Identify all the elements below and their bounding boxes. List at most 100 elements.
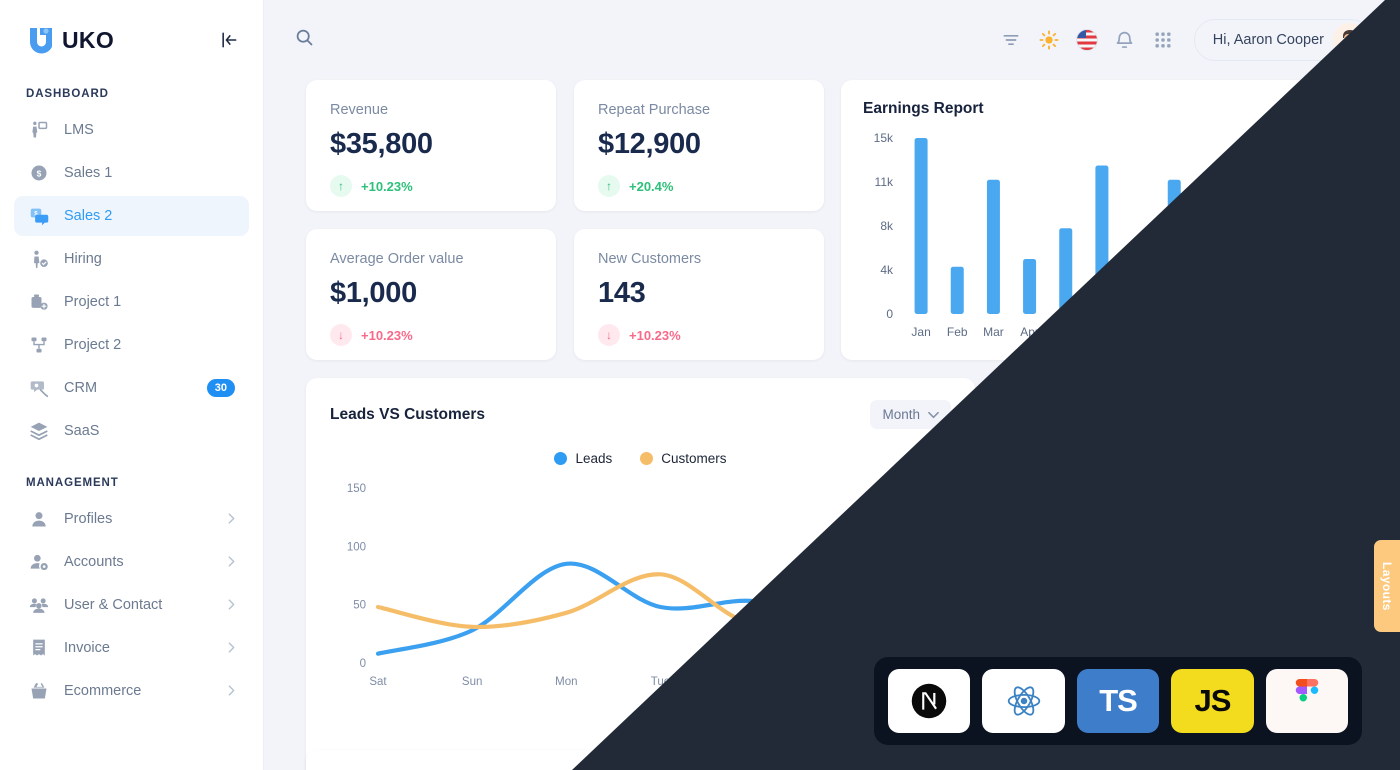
user-avatar [1333,23,1367,57]
earnings-bar-chart: 0 4k 8k 11k 15k Jan Feb Mar Apr May Jun Jul Aug Sep Oc… [874,131,1330,339]
project2-icon [28,334,50,356]
kpi-value: $1,000 [330,277,417,309]
svg-text:50: 50 [353,600,366,612]
user-menu-button[interactable]: Hi, Aaron Cooper [1193,19,1372,61]
account-gear-icon [28,551,50,573]
collapse-sidebar-icon[interactable] [217,28,241,52]
svg-text:Thu: Thu [839,676,859,688]
sales-chat-icon: $ [28,205,50,227]
sidebar-item-invoice[interactable]: Invoice [14,628,249,668]
legend-dot-leads [554,452,568,465]
javascript-label: JS [1194,683,1231,718]
kpi-card-average-order-value: Average Order value $1,000 ↓ +10.23% [306,229,556,360]
sidebar-item-label: Hiring [64,251,102,267]
sidebar-item-profiles[interactable]: Profiles [14,499,249,539]
sidebar: UKO DASHBOARD LMS $ Sales 1 $ Sales 2 Hiring Pr… [0,0,264,770]
typescript-logo[interactable]: TS [1076,669,1160,733]
earnings-range-dropdown[interactable]: Month [1275,101,1338,117]
project-status-donut: Avg Range 140 [1085,462,1290,666]
legend-dot-customers [640,452,654,465]
invoice-icon [28,637,50,659]
sidebar-nav: DASHBOARD LMS $ Sales 1 $ Sales 2 Hiring Projec… [0,88,263,711]
svg-text:Mar: Mar [983,325,1004,339]
javascript-logo[interactable]: JS [1171,669,1254,733]
search-icon[interactable] [294,27,315,53]
sidebar-item-lms[interactable]: LMS [14,110,249,150]
sidebar-item-label: User & Contact [64,597,163,613]
bar-Mar [986,179,1000,314]
apps-grid-icon[interactable] [1146,23,1180,57]
svg-text:Nov: Nov [1272,325,1293,339]
sidebar-section-title: MANAGEMENT [26,477,119,489]
sidebar-item-project-1[interactable]: Project 1 [14,282,249,322]
bar-Feb [950,266,964,314]
sidebar-item-sales-2[interactable]: $ Sales 2 [14,196,249,236]
sidebar-item-ecommerce[interactable]: Ecommerce [14,671,249,711]
legend-item-customers[interactable]: Customers [640,451,727,466]
legend-label-customers: Customers [661,451,727,466]
leads-chart-title: Leads VS Customers [330,405,486,423]
nextjs-logo[interactable] [888,669,971,733]
sidebar-item-label: Sales 1 [64,165,113,181]
bar-Jun [1095,165,1109,314]
svg-text:100: 100 [347,541,366,553]
us-flag-icon[interactable] [1070,23,1104,57]
sidebar-item-label: Profiles [64,511,113,527]
svg-text:Feb: Feb [947,325,968,339]
svg-text:4k: 4k [880,263,894,277]
leads-range-dropdown[interactable]: Month [870,400,951,429]
sidebar-item-saas[interactable]: SaaS [14,411,249,451]
sidebar-item-accounts[interactable]: Accounts [14,542,249,582]
kpi-title: Revenue [330,102,389,118]
react-logo[interactable] [982,669,1065,733]
layouts-tab-button[interactable]: Layouts [1374,540,1400,632]
bar-Sep [1203,228,1217,314]
earnings-report-title: Earnings Report [863,100,984,117]
svg-text:0: 0 [360,658,366,670]
users-icon [28,594,50,616]
kpi-delta-text: +20.4% [629,178,674,194]
svg-text:Jun: Jun [1092,325,1111,339]
kpi-card-new-customers: New Customers 143 ↓ +10.23% [574,229,824,360]
bar-Apr [1023,259,1037,314]
figma-logo[interactable] [1265,669,1349,733]
bar-Oct [1240,199,1254,314]
hiring-icon [28,248,50,270]
svg-text:11k: 11k [875,175,894,189]
layouts-tab-label: Layouts [1380,561,1394,611]
sidebar-item-label: Invoice [64,640,110,656]
typescript-label: TS [1099,683,1138,718]
sidebar-item-hiring[interactable]: Hiring [14,239,249,279]
svg-text:$: $ [37,168,42,178]
svg-text:Dec: Dec [1308,325,1329,339]
svg-text:Tue: Tue [651,676,670,688]
user-greeting: Hi, Aaron Cooper [1212,32,1324,48]
kpi-value: $12,900 [598,128,701,160]
kpi-delta-text: +10.23% [629,327,681,343]
sidebar-item-project-2[interactable]: Project 2 [14,325,249,365]
earnings-range-label: Month [1275,101,1314,117]
project1-icon [28,291,50,313]
svg-text:8k: 8k [880,219,894,233]
svg-text:Jul: Jul [1130,325,1145,339]
app-root: UKO DASHBOARD LMS $ Sales 1 $ Sales 2 Hiring Pr… [0,0,1400,770]
donut-center-label: Avg Range [1148,545,1227,562]
bar-Nov [1276,253,1290,314]
svg-text:15k: 15k [874,131,894,145]
kpi-card-repeat-purchase: Repeat Purchase $12,900 ↑ +20.4% [574,80,824,211]
brand-name: UKO [62,26,115,53]
sidebar-item-user-contact[interactable]: User & Contact [14,585,249,625]
bottom-panel-card [306,750,975,770]
kpi-delta: ↓ +10.23% [330,324,532,346]
svg-text:Oct: Oct [1237,325,1256,339]
sidebar-item-crm[interactable]: CRM 30 [14,368,249,408]
sidebar-item-sales-1[interactable]: $ Sales 1 [14,153,249,193]
sun-icon[interactable] [1032,23,1066,57]
kpi-title: New Customers [598,251,702,267]
legend-item-leads[interactable]: Leads [554,451,612,466]
kpi-card-revenue: Revenue $35,800 ↑ +10.23% [306,80,556,211]
filter-lines-icon[interactable] [994,23,1028,57]
kpi-delta-text: +10.23% [361,178,413,194]
bell-icon[interactable] [1108,23,1142,57]
uko-logo-icon [26,26,53,54]
